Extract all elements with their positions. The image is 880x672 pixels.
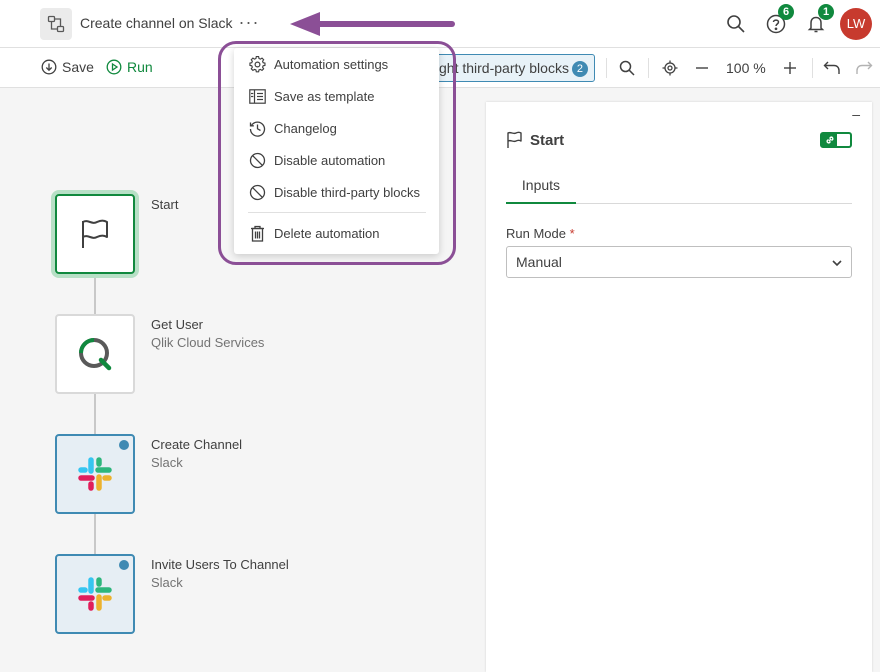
play-icon	[106, 59, 122, 75]
block-connector	[94, 514, 96, 556]
save-button[interactable]: Save	[41, 59, 94, 75]
run-mode-label-text: Run Mode	[506, 226, 566, 241]
required-mark: *	[569, 226, 575, 241]
slack-logo-icon	[78, 457, 112, 491]
highlight-label: ght third-party blocks	[439, 60, 569, 76]
save-icon	[41, 59, 57, 75]
toolbar-divider	[812, 58, 813, 78]
bell-icon[interactable]: 1	[804, 4, 834, 36]
get-user-block[interactable]	[55, 314, 135, 394]
redo-icon[interactable]	[854, 58, 874, 78]
automation-icon	[40, 8, 72, 40]
help-icon[interactable]: 6	[764, 4, 794, 36]
block-connector-name: Qlik Cloud Services	[151, 335, 265, 350]
user-avatar[interactable]: LW	[840, 8, 872, 40]
panel-title: Start	[530, 132, 565, 149]
toolbar-divider	[606, 58, 607, 78]
minimize-panel-button[interactable]: –	[852, 106, 860, 122]
annotation-highlight-outline	[218, 41, 456, 265]
block-connector-name: Slack	[151, 575, 183, 590]
status-dot	[119, 440, 129, 450]
search-canvas-icon[interactable]	[617, 58, 637, 78]
annotation-arrow	[290, 12, 455, 36]
toolbar-divider	[648, 58, 649, 78]
tab-inputs[interactable]: Inputs	[506, 177, 576, 204]
block-connector	[94, 394, 96, 436]
block-label: Create Channel	[151, 437, 243, 452]
center-target-icon[interactable]	[660, 58, 680, 78]
create-channel-block[interactable]	[55, 434, 135, 514]
invite-users-block[interactable]	[55, 554, 135, 634]
flag-icon	[82, 219, 108, 248]
zoom-level: 100 %	[726, 60, 766, 76]
flag-icon	[507, 131, 522, 148]
block-connector-name: Slack	[151, 455, 183, 470]
run-label: Run	[127, 59, 153, 75]
block-connector	[94, 274, 96, 316]
run-button[interactable]: Run	[106, 59, 153, 75]
run-mode-label: Run Mode *	[506, 226, 575, 241]
status-dot	[119, 560, 129, 570]
automation-title: Create channel on Slack	[80, 15, 233, 31]
run-mode-select[interactable]: Manual	[506, 246, 852, 278]
chevron-down-icon	[832, 260, 842, 267]
more-options-button[interactable]: ···	[236, 10, 262, 36]
qlik-logo-icon	[79, 338, 112, 371]
undo-icon[interactable]	[822, 58, 842, 78]
help-badge: 6	[778, 4, 794, 20]
zoom-out-icon[interactable]	[692, 58, 712, 78]
block-label: Start	[151, 197, 179, 212]
block-label: Get User	[151, 317, 204, 332]
notifications-badge: 1	[818, 4, 834, 20]
search-icon[interactable]	[724, 12, 748, 36]
run-mode-value: Manual	[516, 254, 562, 270]
start-block[interactable]	[55, 194, 135, 274]
link-icon	[822, 134, 837, 146]
slack-logo-icon	[78, 577, 112, 611]
block-toggle[interactable]	[820, 132, 852, 148]
zoom-in-icon[interactable]	[780, 58, 800, 78]
highlight-count-badge: 2	[571, 61, 588, 77]
block-config-panel: – Start Inputs Run Mode * Manual	[486, 102, 872, 672]
save-label: Save	[62, 59, 94, 75]
block-label: Invite Users To Channel	[151, 557, 289, 572]
